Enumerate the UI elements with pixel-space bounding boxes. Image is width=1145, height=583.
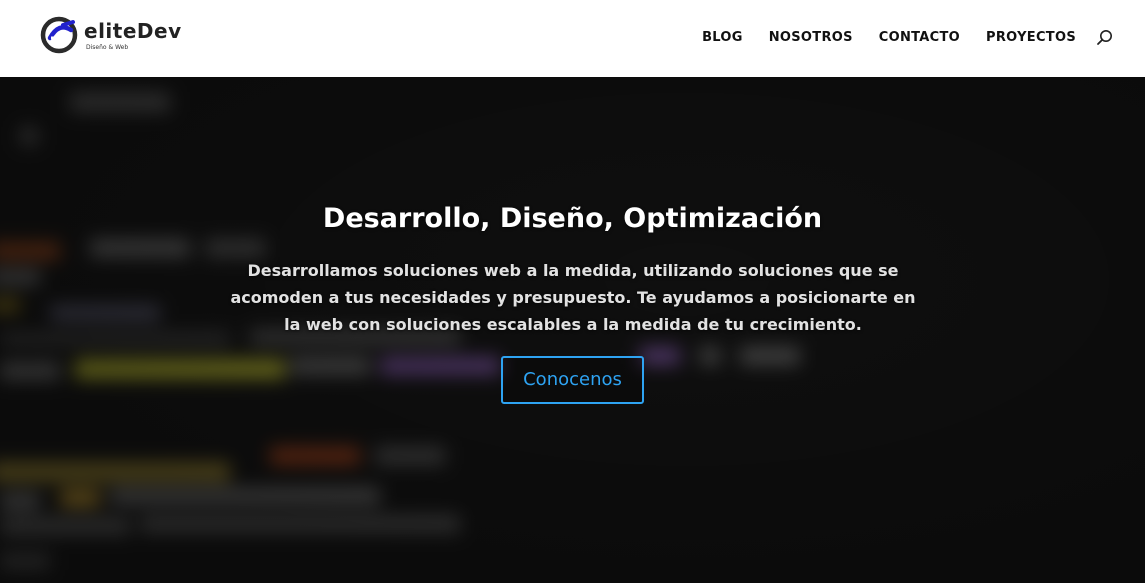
search-button[interactable]: [1096, 29, 1114, 47]
conocenos-button[interactable]: Conocenos: [501, 356, 644, 404]
nav-item-nosotros[interactable]: NOSOTROS: [769, 28, 853, 48]
brand-name: eliteDev: [84, 19, 182, 43]
nav-item-proyectos[interactable]: PROYECTOS: [986, 28, 1076, 48]
site-logo[interactable]: eliteDev Diseño & Web: [40, 16, 190, 58]
nav-item-blog[interactable]: BLOG: [702, 28, 743, 48]
hero-section: Desarrollo, Diseño, Optimización Desarro…: [0, 77, 1145, 583]
site-header: eliteDev Diseño & Web BLOG NOSOTROS CONT…: [0, 0, 1145, 77]
main-nav: BLOG NOSOTROS CONTACTO PROYECTOS: [702, 28, 1114, 48]
hero-title: Desarrollo, Diseño, Optimización: [322, 203, 823, 234]
search-icon: [1097, 30, 1112, 45]
hero-description: Desarrollamos soluciones web a la medida…: [230, 261, 916, 334]
brand-tagline: Diseño & Web: [86, 44, 129, 51]
nav-item-contacto[interactable]: CONTACTO: [879, 28, 960, 48]
elitedev-logo-icon: [40, 16, 78, 54]
